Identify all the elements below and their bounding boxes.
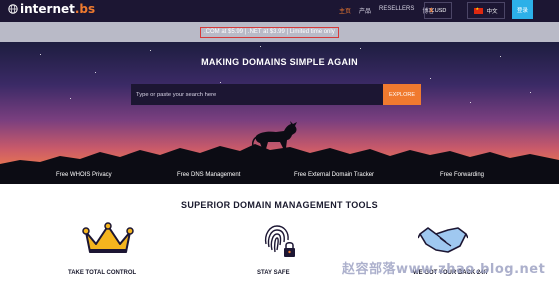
feature-dns-management: Free DNS Management xyxy=(177,172,241,178)
card-label-safe: STAY SAFE xyxy=(257,270,290,276)
nav-home[interactable]: 主页 xyxy=(339,6,351,15)
feature-domain-tracker: Free External Domain Tracker xyxy=(294,172,375,178)
nav-resellers[interactable]: RESELLERS xyxy=(379,6,414,15)
fingerprint-lock-icon xyxy=(264,225,295,257)
logo[interactable]: internet .bs xyxy=(8,2,95,16)
currency-selector[interactable]: $ USD xyxy=(424,2,452,19)
crown-icon xyxy=(82,222,134,253)
logo-text: internet xyxy=(20,2,75,16)
tools-title: SUPERIOR DOMAIN MANAGEMENT TOOLS xyxy=(181,200,378,210)
bull-silhouette-icon xyxy=(252,121,297,156)
feature-whois-privacy: Free WHOIS Privacy xyxy=(56,172,112,178)
handshake-icon xyxy=(418,227,468,253)
language-selector[interactable]: 中文 xyxy=(467,2,505,19)
logo-tld: .bs xyxy=(74,2,96,16)
currency-label: USD xyxy=(434,7,447,14)
explore-button[interactable]: EXPLORE xyxy=(383,84,421,105)
nav-products[interactable]: 产品 xyxy=(359,6,371,15)
feature-forwarding: Free Forwarding xyxy=(440,172,485,178)
hero-headline: MAKING DOMAINS SIMPLE AGAIN xyxy=(201,57,358,67)
watermark: 赵容部落www.zhao.blog.net xyxy=(342,262,546,277)
domain-search-input[interactable]: Type or paste your search here xyxy=(131,84,383,105)
china-flag-icon xyxy=(474,6,484,14)
globe-icon xyxy=(8,4,18,14)
main-nav: 主页 产品 RESELLERS 博客 xyxy=(339,6,434,15)
card-label-control: TAKE TOTAL CONTROL xyxy=(68,270,137,276)
currency-symbol: $ xyxy=(429,7,433,14)
language-label: 中文 xyxy=(486,8,498,15)
login-button[interactable]: 登录 xyxy=(512,0,533,19)
promo-banner[interactable]: .COM at $5.99 | .NET at $3.99 | Limited … xyxy=(200,27,339,38)
